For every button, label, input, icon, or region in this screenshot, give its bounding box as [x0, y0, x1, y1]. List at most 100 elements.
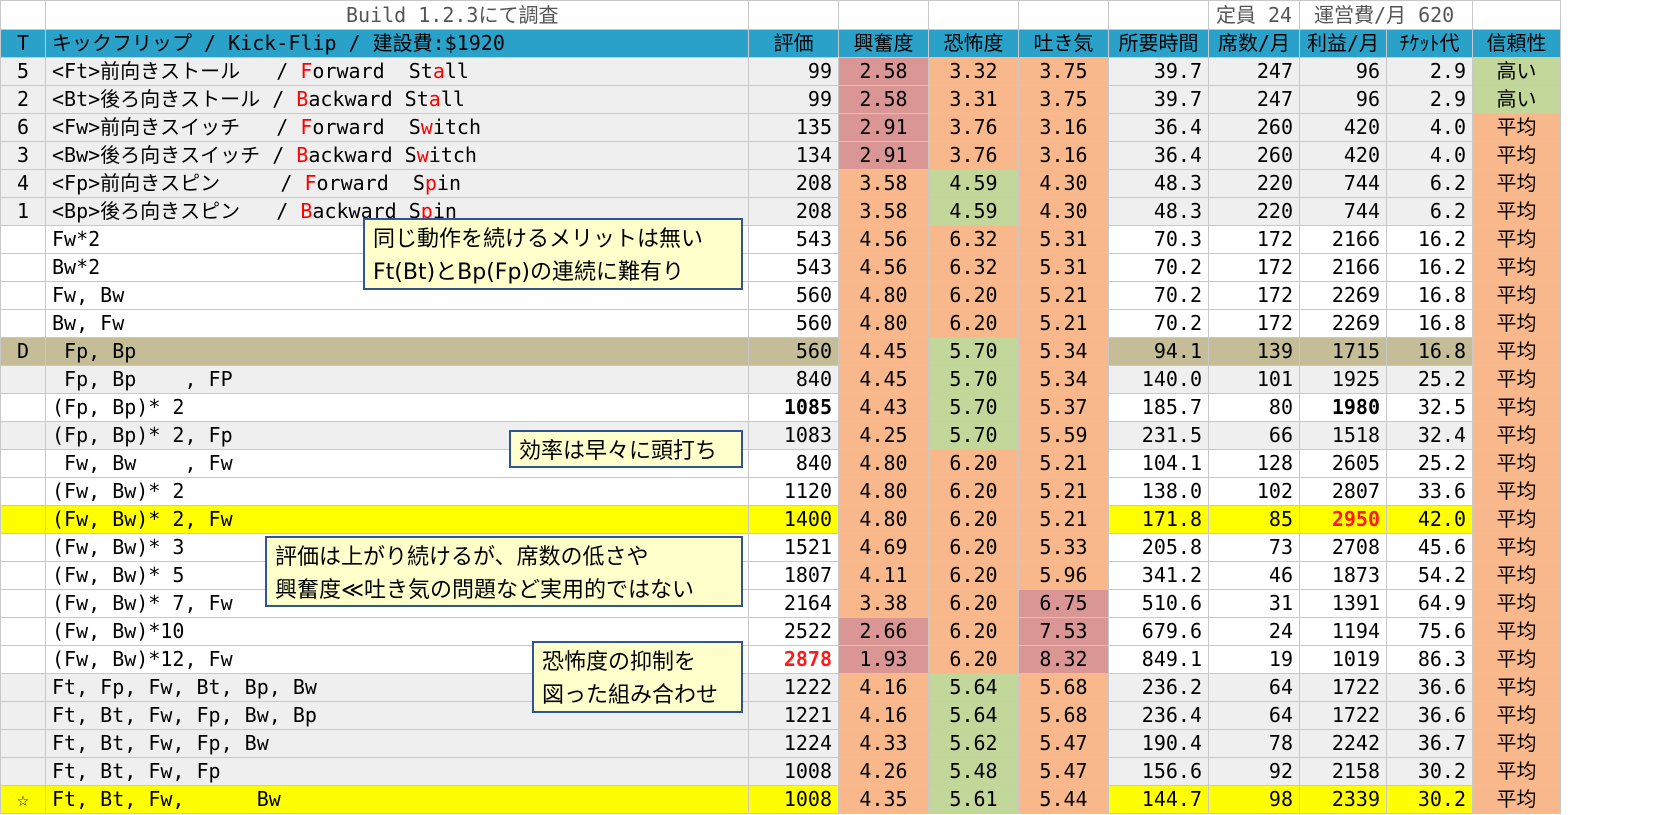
row-excitement: 4.80 [838, 449, 929, 478]
table-row: Ft, Fp, Fw, Bt, Bp, Bw 1222 4.16 5.64 5.68 23… [0, 673, 1561, 702]
row-name: Ft, Bt, Fw, Bw [45, 785, 749, 814]
table-row: (Fw, Bw)* 3 1521 4.69 6.20 5.33 205.8 73 2708 45… [0, 533, 1561, 562]
row-ticket: 2.9 [1386, 85, 1473, 114]
row-fear: 4.59 [928, 169, 1019, 198]
row-fear: 6.20 [928, 309, 1019, 338]
row-fear: 6.20 [928, 589, 1019, 618]
row-excitement: 2.58 [838, 85, 929, 114]
row-nausea: 3.75 [1018, 57, 1109, 86]
row-excitement: 2.58 [838, 57, 929, 86]
row-ticket: 16.8 [1386, 281, 1473, 310]
row-nausea: 5.37 [1018, 393, 1109, 422]
row-tag: 1 [0, 197, 46, 226]
row-rating: 2878 [748, 645, 839, 674]
row-nausea: 5.34 [1018, 365, 1109, 394]
row-duration: 236.4 [1108, 701, 1209, 730]
row-nausea: 5.31 [1018, 253, 1109, 282]
row-rating: 99 [748, 85, 839, 114]
table-row: ☆ Ft, Bt, Fw, Bw 1008 4.35 5.61 5.44 144.7 98 23… [0, 785, 1561, 814]
row-nausea: 5.96 [1018, 561, 1109, 590]
row-rating: 560 [748, 281, 839, 310]
row-tag [0, 393, 46, 422]
row-seats: 73 [1208, 533, 1300, 562]
row-ticket: 6.2 [1386, 169, 1473, 198]
row-reliability: 平均 [1472, 225, 1561, 254]
row-rating: 208 [748, 169, 839, 198]
row-tag [0, 421, 46, 450]
row-nausea: 5.33 [1018, 533, 1109, 562]
note-rating-rises: 評価は上がり続けるが、席数の低さや 興奮度≪吐き気の問題など実用的ではない [265, 536, 743, 607]
row-duration: 190.4 [1108, 729, 1209, 758]
row-tag [0, 281, 46, 310]
table-row: Ft, Bt, Fw, Fp, Bw 1224 4.33 5.62 5.47 190.4 7… [0, 729, 1561, 758]
row-tag [0, 757, 46, 786]
row-fear: 6.32 [928, 225, 1019, 254]
row-name: <Fw>前向きスイッチ / Forward Switch [45, 113, 749, 142]
row-tag [0, 365, 46, 394]
row-nausea: 5.34 [1018, 337, 1109, 366]
row-name: <Ft>前向きストール / Forward Stall [45, 57, 749, 86]
row-duration: 70.3 [1108, 225, 1209, 254]
row-duration: 104.1 [1108, 449, 1209, 478]
row-rating: 208 [748, 197, 839, 226]
row-reliability: 平均 [1472, 421, 1561, 450]
row-profit: 1194 [1299, 617, 1387, 646]
header-rating: 評価 [748, 29, 839, 58]
row-tag [0, 673, 46, 702]
row-reliability: 平均 [1472, 701, 1561, 730]
table-row: Bw, Fw 560 4.80 6.20 5.21 70.2 172 2269 16.8 平均 [0, 309, 1561, 338]
row-rating: 1521 [748, 533, 839, 562]
row-excitement: 4.80 [838, 309, 929, 338]
row-name: (Fw, Bw)* 2 [45, 477, 749, 506]
row-reliability: 平均 [1472, 141, 1561, 170]
row-name: Bw, Fw [45, 309, 749, 338]
row-rating: 99 [748, 57, 839, 86]
row-duration: 185.7 [1108, 393, 1209, 422]
row-profit: 1715 [1299, 337, 1387, 366]
row-duration: 36.4 [1108, 113, 1209, 142]
row-ticket: 16.2 [1386, 225, 1473, 254]
row-excitement: 4.25 [838, 421, 929, 450]
row-ticket: 30.2 [1386, 785, 1473, 814]
table-row: (Fw, Bw)* 5 1807 4.11 6.20 5.96 341.2 46 1873 54… [0, 561, 1561, 590]
row-excitement: 4.35 [838, 785, 929, 814]
row-nausea: 5.59 [1018, 421, 1109, 450]
row-tag [0, 617, 46, 646]
row-seats: 172 [1208, 253, 1300, 282]
row-reliability: 平均 [1472, 281, 1561, 310]
table-body: 5 <Ft>前向きストール / Forward Stall 99 2.58 3.32 3.… [0, 57, 1561, 814]
row-seats: 64 [1208, 701, 1300, 730]
row-fear: 6.20 [928, 561, 1019, 590]
row-reliability: 平均 [1472, 365, 1561, 394]
row-profit: 1925 [1299, 365, 1387, 394]
row-duration: 171.8 [1108, 505, 1209, 534]
row-rating: 2522 [748, 617, 839, 646]
row-excitement: 3.58 [838, 169, 929, 198]
row-profit: 2339 [1299, 785, 1387, 814]
row-nausea: 5.47 [1018, 757, 1109, 786]
row-reliability: 平均 [1472, 253, 1561, 282]
row-profit: 1518 [1299, 421, 1387, 450]
row-ticket: 30.2 [1386, 757, 1473, 786]
row-excitement: 3.38 [838, 589, 929, 618]
row-duration: 138.0 [1108, 477, 1209, 506]
row-duration: 144.7 [1108, 785, 1209, 814]
row-excitement: 4.56 [838, 225, 929, 254]
row-seats: 220 [1208, 197, 1300, 226]
row-fear: 3.76 [928, 141, 1019, 170]
row-rating: 1222 [748, 673, 839, 702]
row-reliability: 平均 [1472, 169, 1561, 198]
row-ticket: 36.7 [1386, 729, 1473, 758]
row-profit: 2242 [1299, 729, 1387, 758]
row-excitement: 4.45 [838, 365, 929, 394]
header-profit: 利益/月 [1299, 29, 1387, 58]
row-fear: 5.48 [928, 757, 1019, 786]
row-nausea: 4.30 [1018, 197, 1109, 226]
row-fear: 5.64 [928, 673, 1019, 702]
row-rating: 1120 [748, 477, 839, 506]
row-profit: 1980 [1299, 393, 1387, 422]
row-ticket: 86.3 [1386, 645, 1473, 674]
row-ticket: 32.5 [1386, 393, 1473, 422]
capacity-label: 定員 24 [1208, 0, 1300, 30]
table-row: Fw, Bw , Fw 840 4.80 6.20 5.21 104.1 128 2605 25… [0, 449, 1561, 478]
